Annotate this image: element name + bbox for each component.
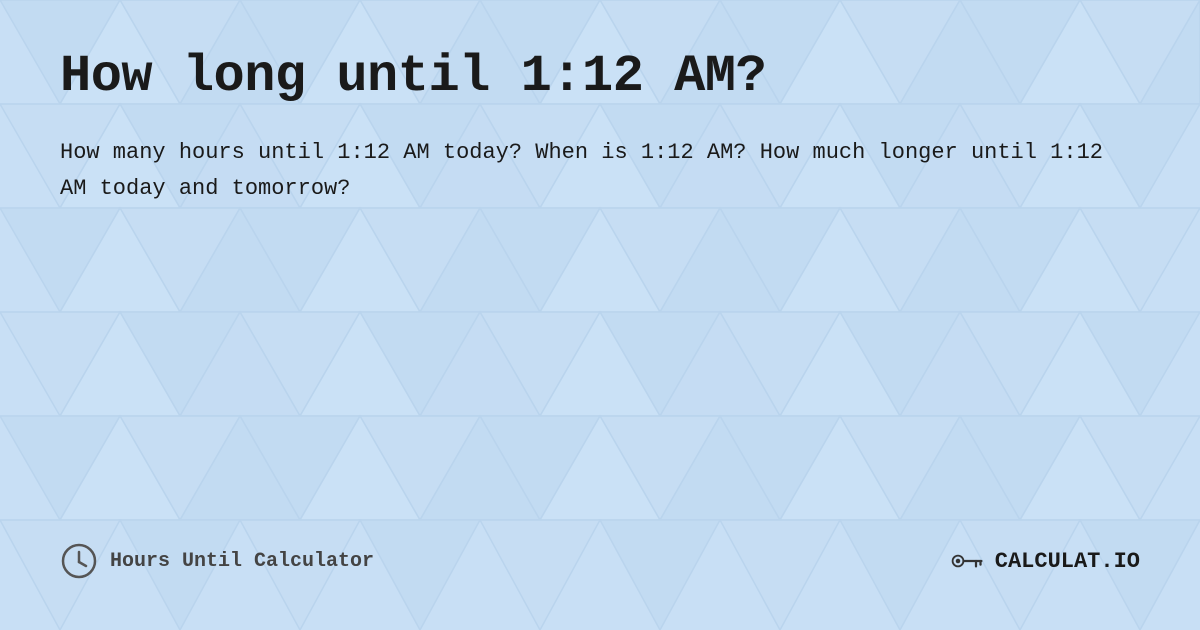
page-description: How many hours until 1:12 AM today? When… — [60, 135, 1140, 208]
footer-brand-left: Hours Until Calculator — [60, 542, 374, 580]
footer: Hours Until Calculator CALCULAT.IO — [60, 542, 1140, 590]
clock-icon — [60, 542, 98, 580]
footer-brand-left-text: Hours Until Calculator — [110, 550, 374, 573]
footer-brand-right-text: CALCULAT.IO — [995, 549, 1140, 574]
footer-brand-right: CALCULAT.IO — [949, 543, 1140, 579]
calculat-io-icon — [949, 543, 985, 579]
page-title: How long until 1:12 AM? — [60, 48, 1140, 105]
